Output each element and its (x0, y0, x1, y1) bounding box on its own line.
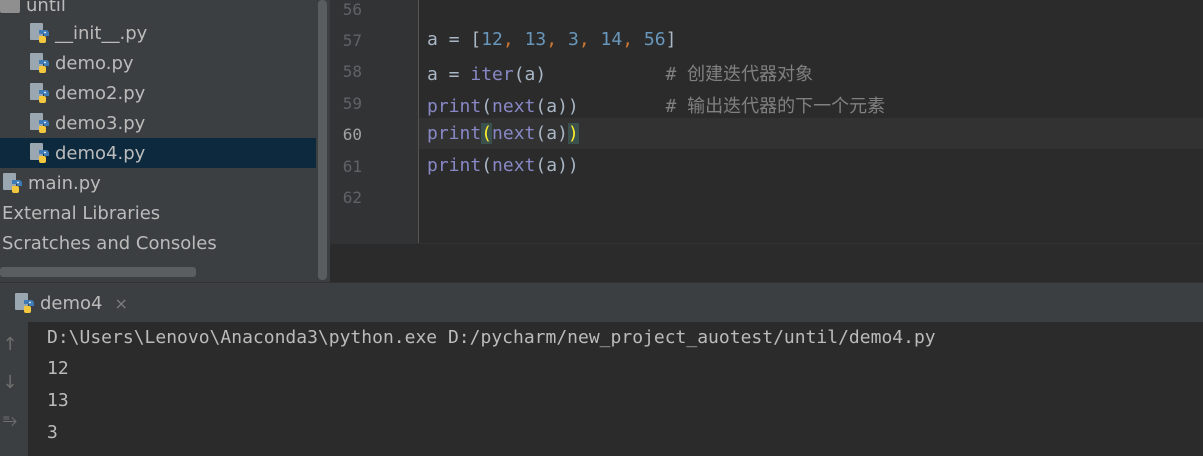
tree-external-libraries[interactable]: External Libraries (2, 198, 160, 228)
down-arrow-icon[interactable]: ↓ (0, 372, 20, 393)
tree-vertical-scrollbar[interactable] (318, 0, 327, 280)
python-file-icon (29, 82, 51, 104)
tree-file-demo2[interactable]: demo2.py (29, 78, 145, 108)
code-token: next (492, 96, 536, 117)
folder-icon (0, 0, 20, 13)
line-number: 56 (342, 0, 362, 19)
console-output-line: 13 (47, 390, 69, 411)
python-file-icon (29, 142, 51, 164)
line-number-current: 60 (342, 125, 362, 144)
tree-file-label: demo4.py (55, 142, 146, 164)
code-token: next (492, 123, 536, 144)
tree-file-main[interactable]: main.py (2, 168, 101, 198)
project-tree-panel: until __init__.py demo.py demo2.py demo3… (0, 0, 316, 282)
tree-external-libraries-label: External Libraries (2, 202, 161, 224)
tree-file-init[interactable]: __init__.py (29, 18, 147, 48)
code-token: , (578, 29, 601, 50)
console-output-line: 12 (47, 358, 69, 379)
code-token: (a) (535, 123, 568, 144)
python-file-icon (29, 22, 51, 44)
line-number: 58 (342, 62, 362, 81)
code-token: ] (665, 29, 677, 50)
code-token: (a)) (535, 96, 579, 117)
run-toolwindow-header (0, 282, 1203, 322)
code-token: , (502, 29, 525, 50)
code-token: # 输出迭代器的下一个元素 (578, 96, 886, 117)
code-token: 12 (481, 29, 503, 50)
editor-empty-area (330, 243, 1203, 282)
code-token: , (622, 29, 644, 50)
console-output-line: 3 (47, 422, 58, 443)
python-file-icon (2, 172, 24, 194)
code-token: 13 (524, 29, 547, 50)
tree-file-label: demo.py (55, 52, 134, 74)
tree-horizontal-scrollbar[interactable] (0, 267, 196, 277)
code-token: ( (481, 155, 493, 176)
code-token: 14 (600, 29, 623, 50)
line-number: 57 (342, 31, 362, 50)
soft-wrap-icon[interactable]: ⥱ (0, 410, 20, 431)
code-token: , (546, 29, 568, 50)
code-token: 3 (567, 29, 579, 50)
code-line[interactable]: a = iter(a) # 创建迭代器对象 (427, 60, 813, 86)
code-token: next (492, 155, 536, 176)
code-token: # 创建迭代器对象 (546, 64, 814, 85)
tree-folder-until[interactable]: until (0, 0, 66, 20)
console-command-line: D:\Users\Lenovo\Anaconda3\python.exe D:/… (47, 327, 936, 348)
code-token: print (427, 155, 482, 176)
code-token: ( (481, 123, 493, 144)
code-line[interactable]: print(next(a)) # 输出迭代器的下一个元素 (427, 92, 885, 118)
tree-file-demo[interactable]: demo.py (29, 48, 134, 78)
code-token: a (427, 29, 449, 50)
tree-scratches[interactable]: Scratches and Consoles (2, 228, 217, 258)
line-number: 61 (342, 157, 362, 176)
tree-file-label: demo2.py (55, 82, 146, 104)
code-token: print (427, 96, 482, 117)
code-token: a = (427, 64, 471, 85)
code-token: = (448, 29, 471, 50)
code-token: ( (481, 96, 493, 117)
line-number: 62 (342, 188, 362, 207)
code-token: 56 (643, 29, 666, 50)
run-tab-label: demo4 (40, 292, 103, 314)
line-number: 59 (342, 94, 362, 113)
close-icon[interactable]: × (115, 294, 128, 313)
tree-scratches-label: Scratches and Consoles (2, 232, 217, 254)
up-arrow-icon[interactable]: ↑ (0, 334, 20, 355)
code-token: print (427, 123, 482, 144)
tree-file-label: demo3.py (55, 112, 146, 134)
run-sidebar: ↑ ↓ ⥱ (0, 322, 28, 456)
code-token: (a) (513, 64, 547, 85)
python-file-icon (29, 52, 51, 74)
code-token: iter (470, 64, 514, 85)
code-line[interactable]: a = [12, 13, 3, 14, 56] (427, 29, 676, 50)
tree-folder-label: until (26, 0, 66, 16)
code-token: (a)) (535, 155, 579, 176)
tree-file-demo3[interactable]: demo3.py (29, 108, 145, 138)
tree-file-label: main.py (28, 172, 101, 194)
python-file-icon (29, 112, 51, 134)
tree-file-label: __init__.py (55, 22, 148, 44)
code-token: ) (567, 123, 579, 144)
tree-file-demo4[interactable]: demo4.py (0, 138, 316, 168)
run-tab[interactable]: demo4 × (14, 290, 128, 316)
code-line[interactable]: print(next(a)) (427, 123, 579, 144)
python-run-icon (14, 292, 36, 314)
code-line[interactable]: print(next(a)) (427, 155, 579, 176)
code-token: [ (470, 29, 482, 50)
